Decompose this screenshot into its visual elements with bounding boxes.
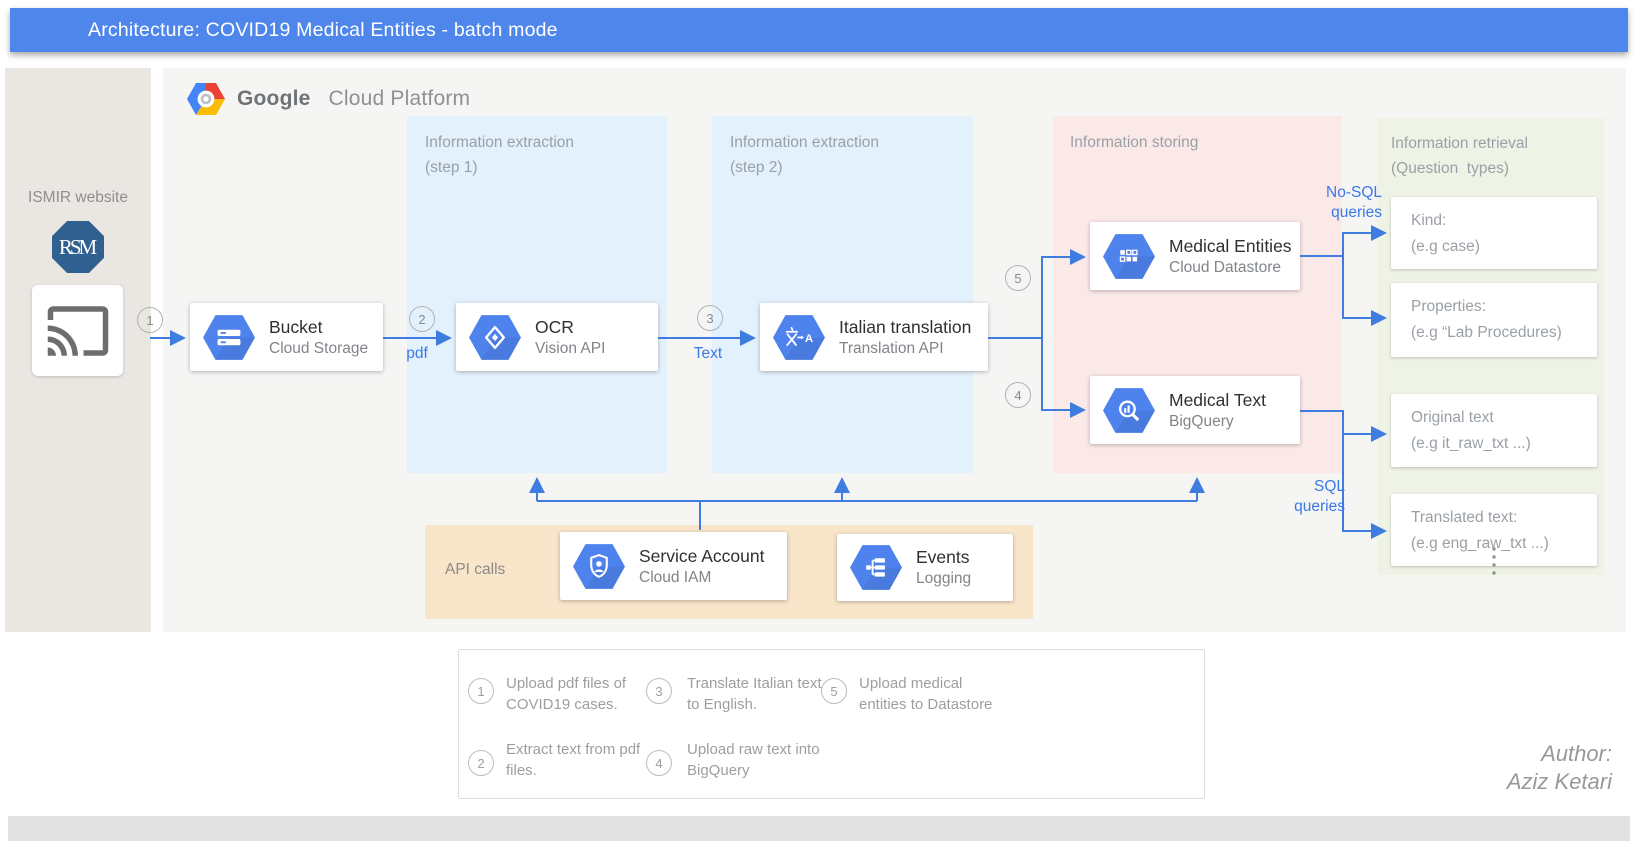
- website-card: [32, 285, 123, 376]
- legend-badge-1: 1: [468, 678, 494, 704]
- node-subtitle: Translation API: [839, 338, 971, 359]
- cloud-storage-icon: [202, 314, 256, 361]
- gcp-hexagon-icon: [186, 82, 226, 116]
- legend-badge-5: 5: [821, 678, 847, 704]
- retrieval-card-line2: (e.g “Lab Procedures): [1411, 320, 1597, 346]
- retrieval-card-line1: Translated text:: [1411, 505, 1597, 531]
- retrieval-card-line1: Properties:: [1411, 294, 1597, 320]
- architecture-diagram: Architecture: COVID19 Medical Entities -…: [0, 0, 1636, 850]
- node-title: Bucket: [269, 316, 368, 338]
- node-subtitle: Logging: [916, 568, 971, 589]
- node-title: Medical Entities: [1169, 235, 1292, 257]
- legend-badge-3: 3: [646, 678, 672, 704]
- step-badge-4: 4: [1005, 382, 1031, 408]
- node-title: Events: [916, 546, 971, 568]
- node-subtitle: Vision API: [535, 338, 605, 359]
- cast-icon: [45, 298, 111, 364]
- flow-label-sql-queries: SQL queries: [1253, 477, 1345, 517]
- zone-extraction-step1: Information extraction (step 1): [407, 116, 667, 473]
- zone-step2-sub: (step 2): [730, 155, 973, 180]
- node-medical-text-bigquery: Medical Text BigQuery: [1090, 376, 1300, 444]
- zone-step2-title: Information extraction: [730, 130, 973, 155]
- node-title: OCR: [535, 316, 605, 338]
- retrieval-card-line2: (e.g eng_raw_txt ...): [1411, 531, 1597, 557]
- zone-extraction-step2: Information extraction (step 2): [712, 116, 973, 473]
- retrieval-card-kind: Kind: (e.g case): [1391, 197, 1597, 269]
- diagram-title: Architecture: COVID19 Medical Entities -…: [10, 19, 558, 42]
- legend-item-2: Extract text from pdf files.: [506, 739, 666, 781]
- node-subtitle: Cloud IAM: [639, 567, 764, 588]
- node-title: Service Account: [639, 545, 764, 567]
- retrieval-card-line1: Kind:: [1411, 208, 1597, 234]
- gcp-logo: Google Cloud Platform: [186, 82, 470, 116]
- step-badge-3: 3: [697, 305, 723, 331]
- legend-item-5: Upload medical entities to Datastore: [859, 673, 1019, 715]
- title-banner: Architecture: COVID19 Medical Entities -…: [10, 8, 1628, 52]
- zone-retrieval-title: Information retrieval: [1391, 131, 1604, 156]
- node-bucket-cloud-storage: Bucket Cloud Storage: [190, 303, 383, 371]
- node-subtitle: BigQuery: [1169, 411, 1266, 432]
- bottom-bar: [8, 816, 1630, 841]
- zone-retrieval-sub: (Question types): [1391, 156, 1604, 181]
- vision-api-icon: [468, 314, 522, 361]
- retrieval-card-translated-text: Translated text: (e.g eng_raw_txt ...): [1391, 494, 1597, 566]
- retrieval-card-properties: Properties: (e.g “Lab Procedures): [1391, 283, 1597, 357]
- retrieval-card-original-text: Original text (e.g it_raw_txt ...): [1391, 394, 1597, 467]
- ismir-rsm-logo: RSM: [52, 221, 104, 273]
- logging-icon: [849, 544, 903, 591]
- node-events-logging: Events Logging: [837, 534, 1013, 601]
- flow-label-pdf: pdf: [395, 344, 439, 364]
- node-italian-translation-api: A Italian translation Translation API: [760, 303, 988, 371]
- ismir-website-label: ISMIR website: [5, 189, 151, 207]
- gcp-logo-google: Google: [237, 87, 311, 111]
- node-service-account-iam: Service Account Cloud IAM: [560, 532, 787, 600]
- legend-item-1: Upload pdf files of COVID19 cases.: [506, 673, 666, 715]
- cloud-iam-icon: [572, 543, 626, 590]
- node-medical-entities-datastore: Medical Entities Cloud Datastore: [1090, 222, 1300, 290]
- zone-step1-sub: (step 1): [425, 155, 667, 180]
- retrieval-card-line2: (e.g it_raw_txt ...): [1411, 431, 1597, 457]
- zone-storing-title: Information storing: [1070, 130, 1342, 155]
- legend-box: 1 Upload pdf files of COVID19 cases. 2 E…: [458, 649, 1205, 799]
- gcp-logo-cloud-platform: Cloud Platform: [329, 87, 471, 111]
- step-badge-5: 5: [1005, 265, 1031, 291]
- translation-api-icon: A: [772, 314, 826, 361]
- svg-text:A: A: [805, 332, 813, 344]
- legend-badge-4: 4: [646, 750, 672, 776]
- node-title: Italian translation: [839, 316, 971, 338]
- retrieval-card-line2: (e.g case): [1411, 234, 1597, 260]
- legend-badge-2: 2: [468, 750, 494, 776]
- cloud-datastore-icon: [1102, 233, 1156, 280]
- node-subtitle: Cloud Datastore: [1169, 257, 1292, 278]
- retrieval-card-line1: Original text: [1411, 405, 1597, 431]
- step-badge-2: 2: [409, 306, 435, 332]
- zone-step1-title: Information extraction: [425, 130, 667, 155]
- flow-label-nosql-queries: No-SQL queries: [1285, 183, 1382, 223]
- legend-item-4: Upload raw text into BigQuery: [687, 739, 847, 781]
- node-title: Medical Text: [1169, 389, 1266, 411]
- flow-label-text: Text: [685, 344, 731, 364]
- step-badge-1: 1: [137, 307, 163, 333]
- ismir-monogram: RSM: [59, 235, 97, 260]
- node-ocr-vision-api: OCR Vision API: [456, 303, 658, 371]
- node-subtitle: Cloud Storage: [269, 338, 368, 359]
- author-credit: Author: Aziz Ketari: [1507, 740, 1612, 796]
- bigquery-icon: [1102, 387, 1156, 434]
